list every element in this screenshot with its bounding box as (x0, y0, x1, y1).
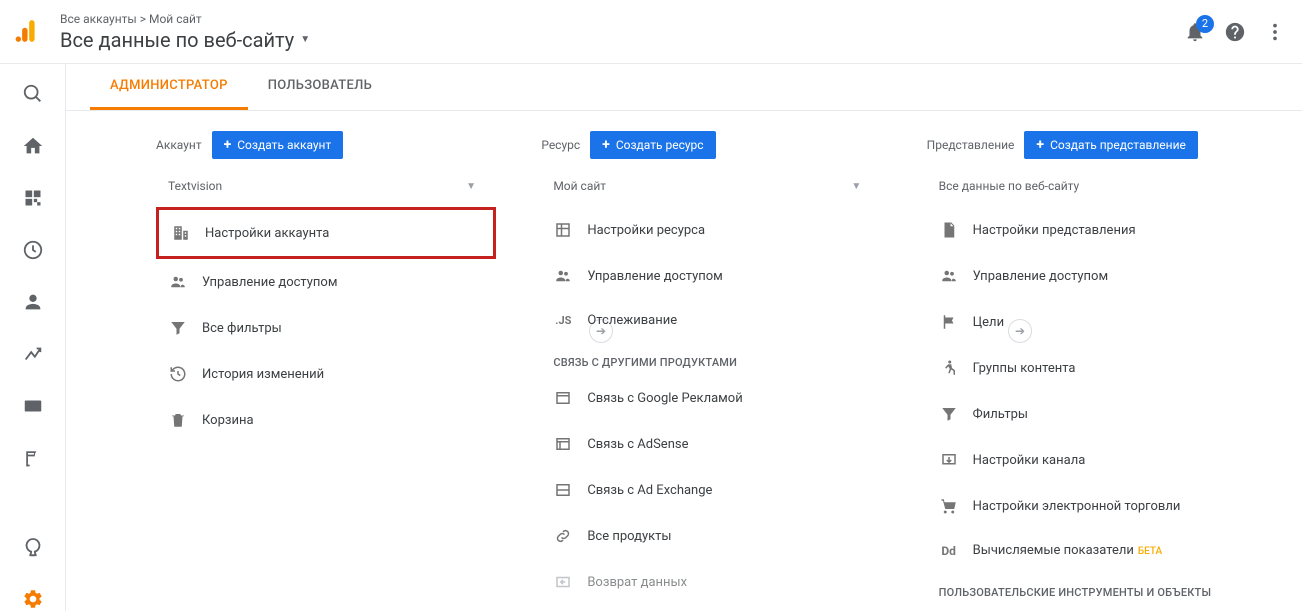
search-icon[interactable] (21, 82, 45, 106)
product-linking-section: СВЯЗЬ С ДРУГИМИ ПРОДУКТАМИ (541, 342, 916, 375)
exchange-icon (553, 481, 573, 499)
topbar: Все аккаунты > Мой сайт Все данные по ве… (0, 0, 1302, 64)
create-view-button[interactable]: +Создать представление (1024, 131, 1197, 159)
account-trash-item[interactable]: Корзина (156, 397, 496, 443)
js-icon: .JS (553, 314, 573, 327)
acquisition-icon[interactable] (21, 342, 45, 366)
caret-down-icon: ▼ (466, 181, 476, 192)
realtime-icon[interactable] (21, 238, 45, 262)
admin-icon[interactable] (21, 587, 45, 611)
view-dropdown[interactable]: Все данные по веб-сайту (927, 171, 1227, 207)
property-tracking-item[interactable]: .JSОтслеживание (541, 299, 881, 342)
account-access-item[interactable]: Управление доступом (156, 259, 496, 305)
admin-columns: ➔ ➔ Аккаунт +Создать аккаунт Textvision▼… (66, 111, 1302, 611)
home-icon[interactable] (21, 134, 45, 158)
account-dropdown[interactable]: Textvision▼ (156, 171, 496, 207)
goals-item[interactable]: Цели (927, 299, 1267, 345)
flag-icon (939, 313, 959, 331)
view-label: Представление (927, 138, 1015, 152)
channel-icon (939, 451, 959, 469)
data-return-item[interactable]: Возврат данных (541, 559, 881, 605)
filter-icon (939, 405, 959, 423)
ad-exchange-link-item[interactable]: Связь с Ad Exchange (541, 467, 881, 513)
plus-icon: + (224, 137, 232, 153)
view-filters-item[interactable]: Фильтры (927, 391, 1267, 437)
view-column: Представление +Создать представление Все… (927, 131, 1302, 611)
page-title: Все данные по веб-сайту (60, 28, 294, 52)
breadcrumb[interactable]: Все аккаунты > Мой сайт (60, 12, 310, 26)
property-dropdown[interactable]: Мой сайт▼ (541, 171, 881, 207)
tab-user[interactable]: ПОЛЬЗОВАТЕЛЬ (248, 64, 392, 110)
view-settings-item[interactable]: Настройки представления (927, 207, 1267, 253)
help-button[interactable] (1224, 21, 1246, 43)
property-column: Ресурс +Создать ресурс Мой сайт▼ Настрой… (541, 131, 916, 611)
discover-icon[interactable] (21, 535, 45, 559)
plus-icon: + (1036, 137, 1044, 153)
link-icon (553, 527, 573, 545)
caret-down-icon: ▼ (851, 181, 861, 192)
trash-icon (168, 411, 188, 429)
adsense-link-item[interactable]: Связь с AdSense (541, 421, 881, 467)
notifications-button[interactable]: 2 (1184, 21, 1206, 43)
account-history-item[interactable]: История изменений (156, 351, 496, 397)
all-products-item[interactable]: Все продукты (541, 513, 881, 559)
channel-settings-item[interactable]: Настройки канала (927, 437, 1267, 483)
ecommerce-settings-item[interactable]: Настройки электронной торговли (927, 483, 1267, 529)
people-icon (553, 267, 573, 285)
people-icon (939, 267, 959, 285)
audience-icon[interactable] (21, 290, 45, 314)
custom-tools-section: ПОЛЬЗОВАТЕЛЬСКИЕ ИНСТРУМЕНТЫ И ОБЪЕКТЫ (927, 572, 1302, 605)
caret-down-icon: ▼ (300, 34, 310, 45)
view-selector[interactable]: Все данные по веб-сайту ▼ (60, 28, 310, 52)
grid-icon (553, 221, 573, 239)
content-groups-item[interactable]: Группы контента (927, 345, 1267, 391)
account-filters-item[interactable]: Все фильтры (156, 305, 496, 351)
property-label: Ресурс (541, 138, 580, 152)
tab-admin[interactable]: АДМИНИСТРАТОР (90, 64, 248, 110)
tabs: АДМИНИСТРАТОР ПОЛЬЗОВАТЕЛЬ (66, 64, 1302, 111)
person-run-icon (939, 359, 959, 377)
account-settings-item[interactable]: Настройки аккаунта (156, 207, 496, 259)
dd-icon: Dd (939, 544, 959, 558)
people-icon (168, 273, 188, 291)
analytics-logo-icon (14, 18, 40, 44)
notification-badge: 2 (1196, 15, 1214, 33)
account-label: Аккаунт (156, 138, 202, 152)
left-sidebar (0, 64, 66, 611)
return-icon (553, 573, 573, 591)
cart-icon (939, 497, 959, 515)
property-settings-item[interactable]: Настройки ресурса (541, 207, 881, 253)
more-menu-button[interactable] (1264, 21, 1286, 43)
create-account-button[interactable]: +Создать аккаунт (212, 131, 344, 159)
google-ads-link-item[interactable]: Связь с Google Рекламой (541, 375, 881, 421)
property-access-item[interactable]: Управление доступом (541, 253, 881, 299)
conversions-icon[interactable] (21, 446, 45, 470)
calculated-metrics-item[interactable]: DdВычисляемые показателиБЕТА (927, 529, 1267, 572)
create-property-button[interactable]: +Создать ресурс (590, 131, 715, 159)
page-icon (939, 221, 959, 239)
filter-icon (168, 319, 188, 337)
building-icon (171, 224, 191, 242)
history-icon (168, 365, 188, 383)
behavior-icon[interactable] (21, 394, 45, 418)
adsense-icon (553, 435, 573, 453)
ads-icon (553, 389, 573, 407)
view-access-item[interactable]: Управление доступом (927, 253, 1267, 299)
plus-icon: + (602, 137, 610, 153)
account-column: Аккаунт +Создать аккаунт Textvision▼ Нас… (156, 131, 531, 611)
dashboard-icon[interactable] (21, 186, 45, 210)
